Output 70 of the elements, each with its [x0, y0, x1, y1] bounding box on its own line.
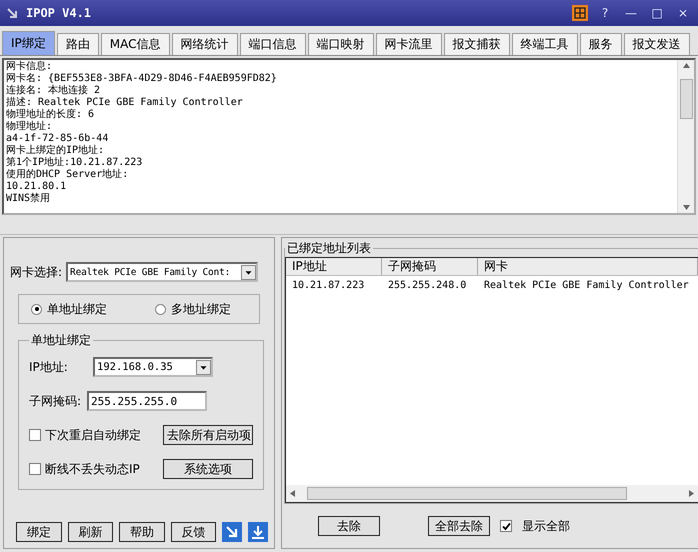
- scroll-thumb[interactable]: [680, 79, 692, 119]
- column-header[interactable]: 网卡: [478, 258, 698, 275]
- checkbox-label: 断线不丢失动态IP: [45, 460, 141, 478]
- remove-all-button[interactable]: 全部去除: [428, 516, 490, 536]
- column-header[interactable]: 子网掩码: [382, 258, 478, 275]
- info-line: 使用的DHCP Server地址:: [6, 169, 130, 181]
- ip-label: IP地址:: [29, 358, 69, 376]
- checkbox[interactable]: [29, 429, 41, 441]
- action-button[interactable]: 反馈: [170, 522, 216, 542]
- table-cell-text: Realtek PCIe GBE Family Controller: [483, 280, 690, 290]
- tab[interactable]: 网卡流里: [376, 33, 442, 55]
- checkbox[interactable]: [500, 520, 512, 532]
- adapter-label: 网卡选择:: [10, 264, 62, 280]
- info-line: 物理地址的长度: 6: [6, 109, 96, 120]
- app-icon: [6, 7, 18, 19]
- checkbox-label: 显示全部: [522, 518, 570, 534]
- scroll-arrow-icon[interactable]: [289, 490, 296, 497]
- radio-option[interactable]: 单地址绑定: [31, 300, 107, 318]
- checkbox[interactable]: [29, 463, 41, 475]
- scroll-arrow-icon[interactable]: [682, 204, 690, 211]
- tab[interactable]: 端口映射: [308, 33, 374, 55]
- info-line: 网卡信息:: [6, 61, 54, 72]
- tab[interactable]: 报文发送: [624, 33, 690, 55]
- info-line: 描述: Realtek PCIe GBE Family Controller: [6, 97, 244, 108]
- title-bar-button[interactable]: □: [648, 6, 666, 20]
- option-button[interactable]: 系统选项: [163, 459, 253, 479]
- adapter-dropdown[interactable]: Realtek PCIe GBE Family Cont:: [66, 262, 258, 282]
- tab[interactable]: 端口信息: [240, 33, 306, 55]
- action-button[interactable]: 绑定: [16, 522, 62, 542]
- scroll-arrow-icon[interactable]: [688, 490, 695, 497]
- info-line: 网卡名: {BEF553E8-3BFA-4D29-8D46-F4AEB959FD82}: [6, 73, 278, 84]
- title-bar-button[interactable]: ?: [596, 6, 614, 20]
- mask-label: 子网掩码:: [29, 392, 82, 410]
- tab[interactable]: 终端工具: [512, 33, 578, 55]
- tab[interactable]: MAC信息: [100, 33, 170, 55]
- info-line: WINS禁用: [6, 193, 52, 205]
- vertical-scrollbar[interactable]: [677, 60, 694, 213]
- table-cell-text: 10.21.87.223: [291, 280, 366, 290]
- info-line: 物理地址:: [6, 121, 54, 133]
- option-button[interactable]: 去除所有启动项: [163, 425, 253, 445]
- tab[interactable]: 服务: [580, 33, 622, 55]
- remove-button[interactable]: 去除: [318, 516, 380, 536]
- info-line: 连接名: 本地连接 2: [6, 85, 102, 96]
- tab[interactable]: 网络统计: [172, 33, 238, 55]
- mask-field[interactable]: 255.255.255.0: [87, 391, 208, 411]
- checkmark-icon: [502, 522, 510, 530]
- horizontal-scrollbar[interactable]: [286, 485, 698, 502]
- tab[interactable]: 路由: [56, 33, 99, 55]
- info-line: a4-1f-72-85-6b-44: [6, 133, 110, 144]
- column-header[interactable]: IP地址: [286, 258, 382, 275]
- action-button[interactable]: 帮助: [119, 522, 164, 542]
- download-icon[interactable]: [248, 522, 268, 542]
- info-line: 第1个IP地址:10.21.87.223: [6, 157, 144, 168]
- tab[interactable]: IP绑定: [2, 31, 55, 55]
- window-title: IPOP V4.1: [26, 6, 92, 20]
- checkbox-label: 下次重启自动绑定: [45, 426, 142, 444]
- table-cell-text: 255.255.248.0: [387, 280, 468, 290]
- group-title: 已绑定地址列表: [286, 240, 372, 257]
- info-line: 10.21.80.1: [6, 181, 68, 192]
- info-line: 网卡上绑定的IP地址:: [6, 145, 106, 156]
- title-bar-button[interactable]: ×: [674, 6, 692, 20]
- tab[interactable]: 报文捕获: [444, 33, 510, 55]
- grid-icon[interactable]: [572, 5, 588, 21]
- group-title: 单地址绑定: [30, 332, 92, 349]
- radio-option[interactable]: 多地址绑定: [155, 300, 231, 318]
- scroll-arrow-icon[interactable]: [682, 62, 690, 69]
- title-bar-button[interactable]: —: [622, 6, 640, 20]
- action-button[interactable]: 刷新: [68, 522, 113, 542]
- ip-dropdown[interactable]: 192.168.0.35: [93, 357, 213, 377]
- scroll-thumb[interactable]: [307, 487, 627, 500]
